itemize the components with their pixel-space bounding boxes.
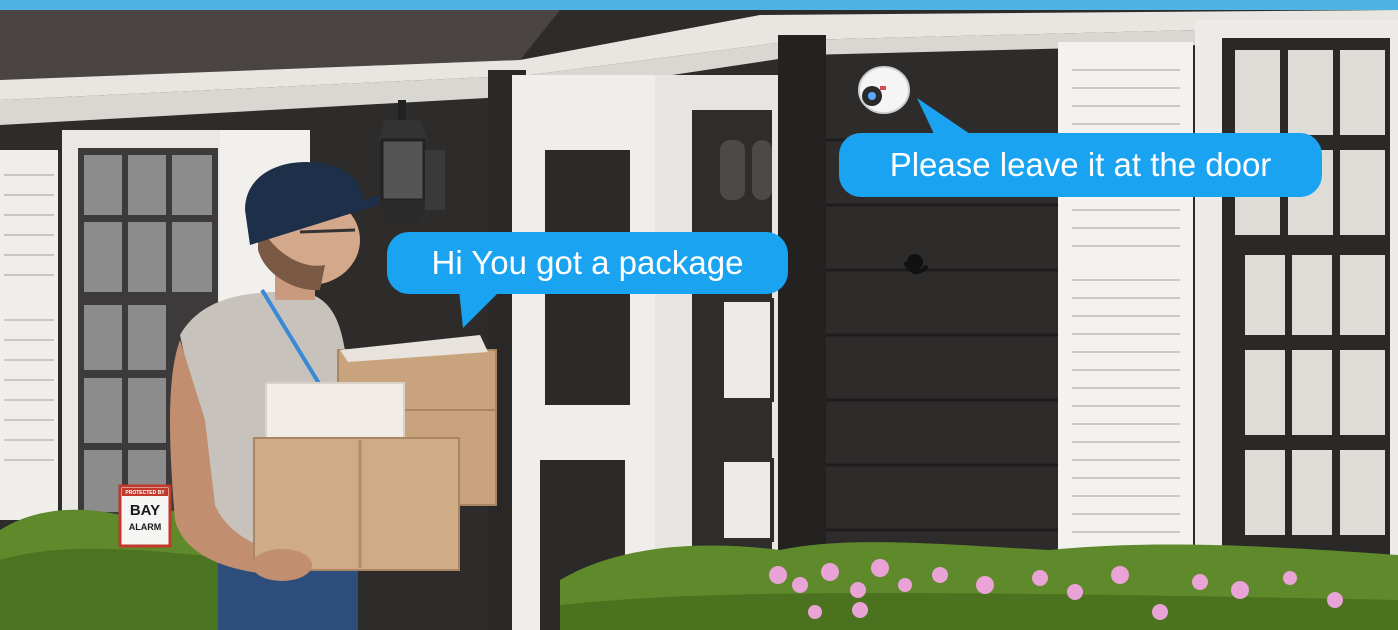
camera-speech-text: Please leave it at the door: [889, 146, 1272, 183]
hedge-left-shadow: [0, 548, 240, 630]
left-shutter-1: [0, 150, 58, 520]
security-camera: [858, 66, 910, 114]
yard-sign-brand: BAY: [130, 502, 160, 519]
house-illustration: PROTECTED BY BAY ALARM: [0, 0, 1398, 630]
courier-hand: [252, 549, 312, 581]
yard-sign-top-text: PROTECTED BY: [125, 490, 165, 496]
courier-glasses: [299, 228, 356, 234]
porch-scene: PROTECTED BY BAY ALARM Hi You got a pack…: [0, 0, 1398, 630]
door-inset-panel-2: [720, 458, 774, 542]
door-window-right: [752, 140, 772, 200]
right-window-panes: [1235, 50, 1385, 535]
camera-speech-bubble: Please leave it at the door: [839, 133, 1322, 197]
porch-column-right: [778, 35, 826, 630]
right-shutter: [1058, 42, 1193, 562]
door-inset-panel: [720, 298, 774, 402]
yard-sign-brand-2: ALARM: [129, 522, 162, 532]
hedge-right-shadow: [560, 593, 1398, 630]
yard-sign: PROTECTED BY BAY ALARM: [118, 484, 172, 548]
courier-speech-bubble: Hi You got a package: [387, 232, 788, 294]
courier-speech-text: Hi You got a package: [431, 244, 744, 281]
door-window-left: [720, 140, 745, 200]
sky-strip: [0, 0, 1398, 10]
camera-bubble-tail: [917, 98, 973, 136]
courier-bubble-tail: [459, 290, 501, 328]
